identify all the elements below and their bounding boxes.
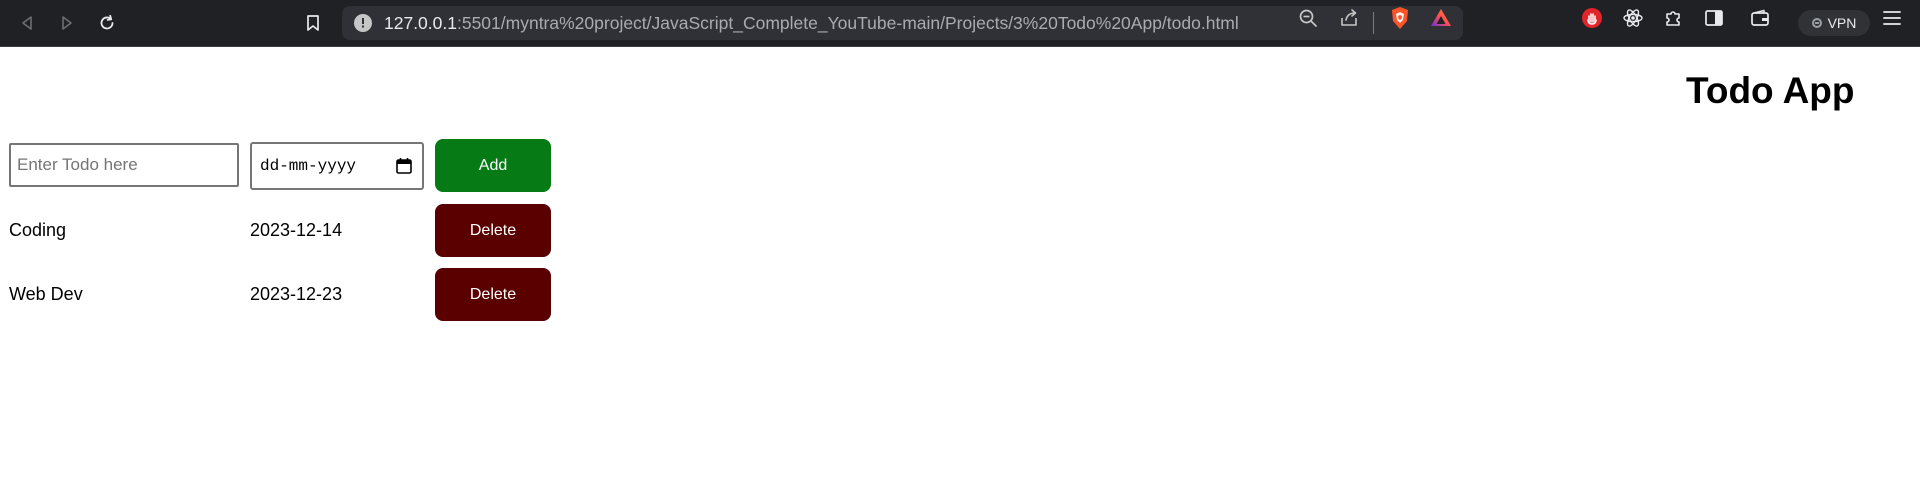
calendar-icon[interactable] — [395, 157, 413, 175]
todo-name: Web Dev — [9, 284, 83, 304]
address-bar[interactable]: 127.0.0.1:5501/myntra%20project/JavaScri… — [342, 6, 1463, 40]
react-devtools-icon[interactable] — [1621, 6, 1645, 30]
url-host: 127.0.0.1 — [384, 13, 457, 33]
reload-icon — [100, 14, 114, 30]
vpn-button[interactable]: VPN — [1798, 10, 1870, 36]
vpn-label: VPN — [1827, 15, 1857, 31]
page-title: Todo App — [1686, 70, 1855, 111]
url-path: :5501/myntra%20project/JavaScript_Comple… — [456, 13, 1239, 33]
todo-date: 2023-12-14 — [250, 220, 343, 240]
todo-input[interactable] — [9, 143, 239, 187]
brave-rewards-icon[interactable] — [1429, 6, 1453, 30]
sidebar-icon[interactable] — [1702, 6, 1726, 30]
bookmark-button[interactable] — [298, 8, 328, 38]
reload-button[interactable] — [92, 8, 122, 38]
forward-icon — [62, 16, 72, 30]
back-button[interactable] — [12, 8, 42, 38]
add-button[interactable]: Add — [435, 139, 551, 192]
wallet-icon[interactable] — [1748, 6, 1772, 30]
browser-toolbar: 127.0.0.1:5501/myntra%20project/JavaScri… — [0, 0, 1920, 47]
share-icon[interactable] — [1337, 6, 1361, 30]
url-text[interactable]: 127.0.0.1:5501/myntra%20project/JavaScri… — [384, 6, 1239, 40]
brave-shields-icon[interactable] — [1388, 6, 1412, 30]
stop-extension-icon[interactable] — [1580, 6, 1604, 30]
extensions-icon[interactable] — [1661, 6, 1685, 30]
zoom-out-icon[interactable] — [1296, 6, 1320, 30]
delete-button[interactable]: Delete — [435, 268, 551, 321]
address-bar-divider — [1373, 12, 1374, 34]
site-info-icon[interactable] — [354, 14, 372, 32]
forward-button[interactable] — [52, 8, 82, 38]
back-icon — [22, 16, 32, 30]
date-input-placeholder: dd-mm-yyyy — [260, 157, 357, 175]
delete-button[interactable]: Delete — [435, 204, 551, 257]
todo-name: Coding — [9, 220, 67, 240]
vpn-status-icon — [1811, 18, 1822, 28]
bookmark-icon — [307, 15, 319, 31]
todo-date: 2023-12-23 — [250, 284, 343, 304]
menu-icon[interactable] — [1880, 6, 1904, 30]
date-input[interactable]: dd-mm-yyyy — [250, 142, 424, 190]
